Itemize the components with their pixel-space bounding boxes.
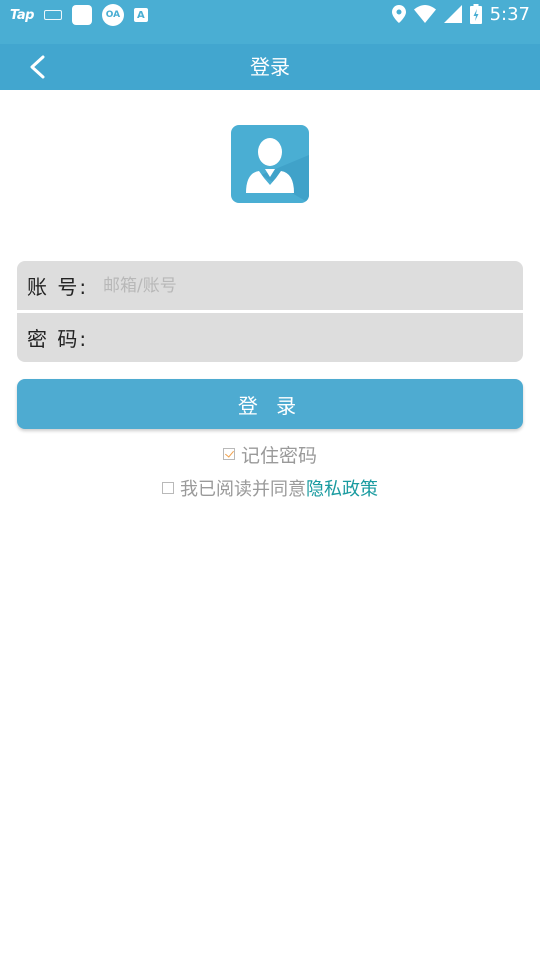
battery-icon (469, 4, 482, 24)
back-button[interactable] (20, 50, 54, 84)
chevron-left-icon (30, 55, 45, 79)
location-icon (391, 5, 406, 23)
password-input[interactable] (103, 317, 523, 358)
agreement-checkbox[interactable] (162, 482, 174, 494)
account-field: 账 号: (17, 261, 523, 310)
clock-time: 5:37 (489, 3, 530, 25)
oa-circle-icon: OA (101, 4, 124, 26)
wifi-icon (413, 5, 436, 23)
user-icon (246, 138, 309, 203)
page-title: 登录 (250, 55, 290, 79)
account-label: 账 号: (27, 275, 89, 299)
user-avatar (231, 125, 309, 203)
a-badge-icon: A (133, 8, 148, 22)
password-field: 密 码: (17, 313, 523, 362)
privacy-policy-link[interactable]: 隐私政策 (306, 479, 378, 500)
signal-icon (443, 5, 462, 23)
title-bar: 登录 (0, 44, 540, 90)
keyboard-icon (43, 10, 62, 20)
system-icons: 5:37 (391, 2, 530, 26)
notification-icons: Tap OA A (10, 4, 148, 26)
login-button[interactable]: 登 录 (17, 379, 523, 429)
app-square-icon (71, 5, 92, 25)
status-bar: Tap OA A 5:37 (0, 0, 540, 44)
remember-label[interactable]: 记住密码 (241, 441, 317, 468)
login-form: 账 号: 密 码: (17, 261, 523, 362)
password-label: 密 码: (27, 327, 89, 351)
remember-checkbox[interactable] (222, 448, 235, 460)
agreement-row: 我已阅读并同意隐私政策 (0, 475, 540, 501)
tap-app-label: Tap (10, 7, 34, 23)
agreement-text: 我已阅读并同意 (180, 479, 306, 500)
account-input[interactable] (103, 265, 523, 306)
remember-password-row: 记住密码 (0, 441, 540, 467)
